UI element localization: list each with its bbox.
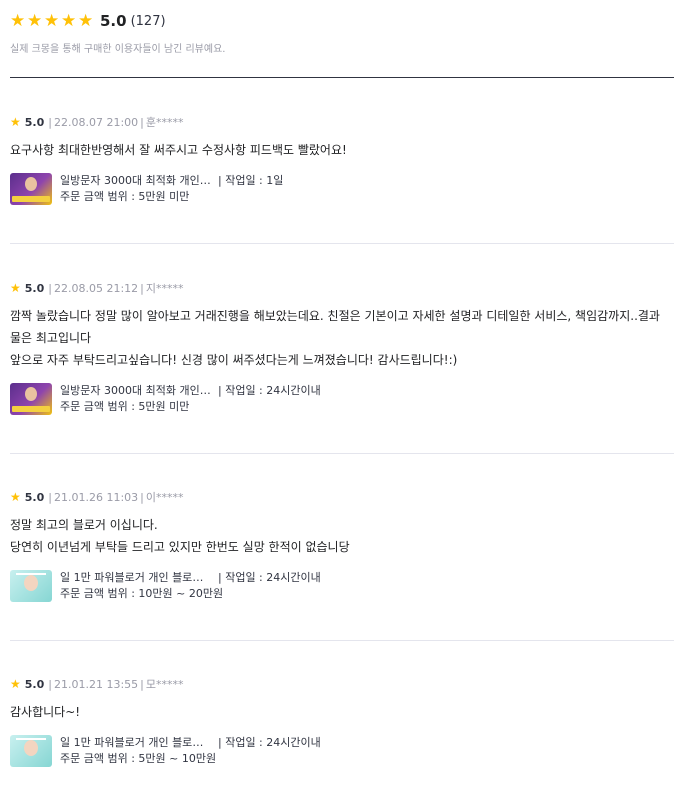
review-item: ★ 5.0 | 21.01.21 13:55 | 모***** 감사합니다~! … [10, 676, 674, 767]
rating-stars: ★ ★ ★ ★ ★ [10, 11, 94, 31]
gig-thumbnail[interactable] [10, 383, 52, 415]
star-icon: ★ [61, 11, 77, 31]
review-user: 훈***** [145, 116, 184, 129]
star-icon: ★ [10, 11, 26, 31]
work-period: | 작업일 : 24시간이내 [218, 736, 321, 749]
gig-thumbnail[interactable] [10, 735, 52, 767]
header-divider [10, 77, 674, 78]
review-meta: ★ 5.0 | 22.08.05 21:12 | 지***** [10, 281, 184, 296]
star-icon: ★ [10, 115, 21, 129]
average-rating: 5.0 [100, 12, 127, 30]
review-score: 5.0 [24, 490, 45, 504]
review-line: 정말 최고의 블로거 이십니다. [10, 518, 158, 532]
review-count: (127) [130, 13, 166, 29]
price-range: 주문 금액 범위 : 5만원 미만 [60, 400, 190, 413]
review-score: 5.0 [24, 677, 45, 691]
review-user: 지***** [145, 282, 184, 295]
gig-title[interactable]: 일 1만 파워블로거 개인 블로그로 홍보 [60, 735, 212, 751]
review-score: 5.0 [24, 115, 45, 129]
rating-summary: ★ ★ ★ ★ ★ 5.0 (127) [10, 10, 166, 32]
gig-title[interactable]: 일 1만 파워블로거 개인 블로그로 홍보 [60, 570, 212, 586]
review-line: 물은 최고입니다 [10, 331, 92, 345]
review-line: 앞으로 자주 부탁드리고싶습니다! 신경 많이 써주셨다는게 느껴졌습니다! 감… [10, 353, 458, 367]
star-icon: ★ [44, 11, 60, 31]
star-icon: ★ [27, 11, 43, 31]
work-period: | 작업일 : 24시간이내 [218, 571, 321, 584]
review-line: 깜짝 놀랐습니다 정말 많이 알아보고 거래진행을 해보았는데요. 친절은 기본… [10, 309, 660, 323]
review-user: 이***** [145, 491, 184, 504]
review-meta: ★ 5.0 | 21.01.26 11:03 | 이***** [10, 490, 184, 505]
star-icon: ★ [78, 11, 94, 31]
review-line: 당연히 이년넘게 부탁들 드리고 있지만 한번도 실망 한적이 없습니당 [10, 540, 350, 554]
review-line: 요구사항 최대한반영해서 잘 써주시고 수정사항 피드백도 빨랐어요! [10, 143, 347, 157]
review-item: ★ 5.0 | 22.08.07 21:00 | 훈***** 요구사항 최대한… [10, 114, 674, 205]
order-summary[interactable]: 일 1만 파워블로거 개인 블로그로 홍보 | 작업일 : 24시간이내 주문 … [10, 570, 674, 602]
review-text: 깜짝 놀랐습니다 정말 많이 알아보고 거래진행을 해보았는데요. 친절은 기본… [10, 305, 674, 371]
order-summary[interactable]: 일 1만 파워블로거 개인 블로그로 홍보 | 작업일 : 24시간이내 주문 … [10, 735, 674, 767]
price-range: 주문 금액 범위 : 5만원 미만 [60, 190, 190, 203]
review-score: 5.0 [24, 281, 45, 295]
review-text: 요구사항 최대한반영해서 잘 써주시고 수정사항 피드백도 빨랐어요! [10, 139, 674, 161]
price-range: 주문 금액 범위 : 5만원 ~ 10만원 [60, 752, 217, 765]
star-icon: ★ [10, 677, 21, 691]
review-line: 감사합니다~! [10, 705, 81, 719]
review-divider [10, 640, 674, 641]
gig-title[interactable]: 일방문자 3000대 최적화 개인 블로그 [60, 173, 212, 189]
review-item: ★ 5.0 | 22.08.05 21:12 | 지***** 깜짝 놀랐습니다… [10, 280, 674, 415]
gig-title[interactable]: 일방문자 3000대 최적화 개인 블로그 [60, 383, 212, 399]
review-date: 22.08.07 21:00 [53, 115, 139, 129]
review-date: 21.01.21 13:55 [53, 677, 139, 691]
review-date: 21.01.26 11:03 [53, 490, 139, 504]
price-range: 주문 금액 범위 : 10만원 ~ 20만원 [60, 587, 224, 600]
review-divider [10, 453, 674, 454]
review-description: 실제 크몽을 통해 구매한 이용자들이 남긴 리뷰예요. [10, 44, 226, 55]
review-date: 22.08.05 21:12 [53, 281, 139, 295]
review-user: 모***** [145, 678, 184, 691]
work-period: | 작업일 : 24시간이내 [218, 384, 321, 397]
order-summary[interactable]: 일방문자 3000대 최적화 개인 블로그 | 작업일 : 1일 주문 금액 범… [10, 173, 674, 205]
gig-thumbnail[interactable] [10, 570, 52, 602]
review-meta: ★ 5.0 | 22.08.07 21:00 | 훈***** [10, 115, 184, 130]
gig-thumbnail[interactable] [10, 173, 52, 205]
order-summary[interactable]: 일방문자 3000대 최적화 개인 블로그 | 작업일 : 24시간이내 주문 … [10, 383, 674, 415]
work-period: | 작업일 : 1일 [218, 174, 284, 187]
star-icon: ★ [10, 490, 21, 504]
star-icon: ★ [10, 281, 21, 295]
review-text: 정말 최고의 블로거 이십니다. 당연히 이년넘게 부탁들 드리고 있지만 한번… [10, 514, 674, 558]
review-divider [10, 243, 674, 244]
review-item: ★ 5.0 | 21.01.26 11:03 | 이***** 정말 최고의 블… [10, 489, 674, 602]
review-meta: ★ 5.0 | 21.01.21 13:55 | 모***** [10, 677, 184, 692]
review-text: 감사합니다~! [10, 701, 674, 723]
